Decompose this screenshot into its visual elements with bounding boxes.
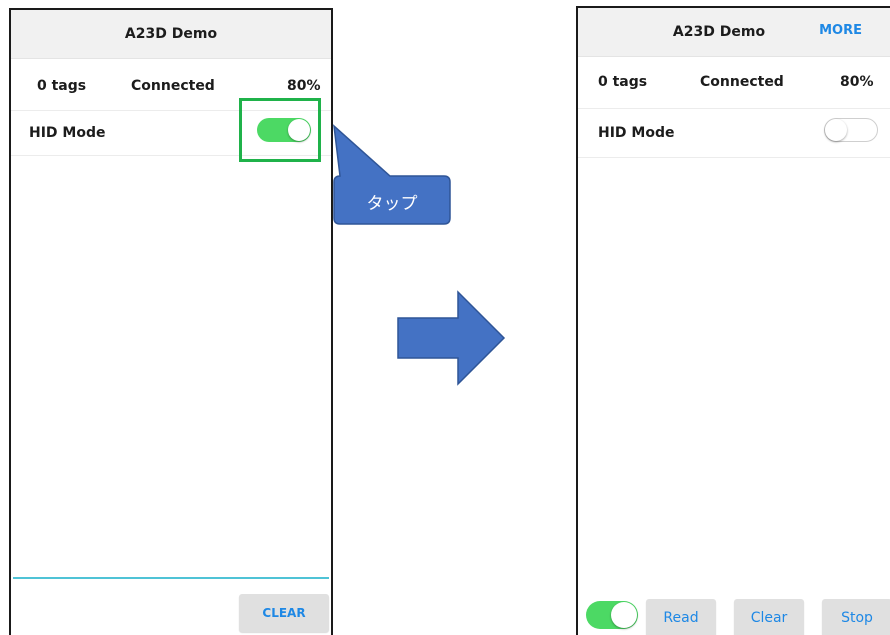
switch-knob [825, 119, 847, 141]
app-title: A23D Demo [672, 24, 766, 40]
hid-mode-switch[interactable] [257, 118, 311, 142]
screen-before: A23D Demo 0 tags Connected 80% HID Mode … [9, 8, 333, 635]
clear-button[interactable]: CLEAR [239, 594, 329, 632]
clear-button[interactable]: Clear [734, 599, 804, 635]
read-button[interactable]: Read [646, 599, 716, 635]
switch-knob [611, 602, 637, 628]
screen-after: A23D Demo MORE 0 tags Connected 80% HID … [576, 6, 890, 635]
switch-knob [288, 119, 310, 141]
connection-status: Connected [131, 78, 215, 94]
tag-count: 0 tags [598, 74, 648, 90]
app-title-bar: A23D Demo MORE [578, 8, 890, 57]
hid-mode-switch[interactable] [824, 118, 878, 142]
status-row: 0 tags Connected 80% [578, 60, 890, 104]
bottom-toggle-switch[interactable] [586, 601, 638, 629]
battery-level: 80% [840, 74, 874, 90]
hid-mode-label: HID Mode [29, 125, 106, 141]
connection-status: Connected [700, 74, 784, 90]
battery-level: 80% [287, 78, 321, 94]
input-underline [13, 577, 329, 579]
right-arrow-icon [397, 290, 506, 386]
stop-button[interactable]: Stop [822, 599, 890, 635]
hid-mode-label: HID Mode [598, 125, 675, 141]
app-title-bar: A23D Demo [11, 10, 331, 59]
callout-text: タップ [366, 193, 418, 214]
tag-count: 0 tags [37, 78, 87, 94]
more-menu-button[interactable]: MORE [819, 23, 862, 38]
app-title: A23D Demo [124, 26, 218, 42]
